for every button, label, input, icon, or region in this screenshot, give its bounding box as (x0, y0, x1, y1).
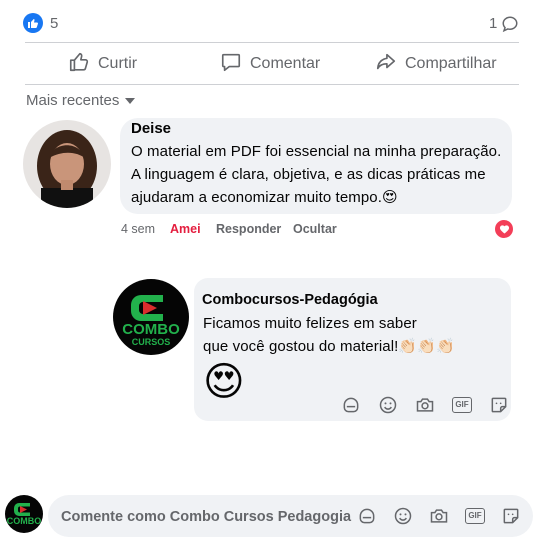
divider-top (25, 42, 519, 43)
comment-line: A linguagem é clara, objetiva, e as dica… (131, 166, 486, 183)
comment-line: ajudaram a economizar muito tempo.😍 (131, 189, 398, 206)
share-label: Compartilhar (405, 55, 497, 72)
emoji-icon[interactable] (377, 394, 399, 416)
like-label: Curtir (98, 55, 138, 72)
sort-dropdown[interactable]: Mais recentes (26, 92, 136, 109)
comment-label: Comentar (250, 55, 321, 72)
avatar-combocursos[interactable]: COMBO CURSOS (113, 279, 189, 355)
reply-text: Ficamos muito felizes em saber que você … (203, 312, 455, 358)
reply-line: que você gostou do material!👏🏻👏🏻👏🏻 (203, 338, 455, 355)
comment-author[interactable]: Deise (131, 120, 171, 137)
comment-icon (220, 51, 242, 78)
camera-icon[interactable] (414, 394, 436, 416)
avatar-sticker-icon[interactable] (340, 394, 362, 416)
share-button[interactable]: Compartilhar (375, 52, 497, 76)
divider-actions (25, 84, 519, 85)
thumbs-up-icon (68, 51, 90, 78)
composer-avatar[interactable]: COMBO (5, 495, 43, 533)
logo-text-combo: COMBO (7, 516, 42, 526)
sticker-icon[interactable] (500, 505, 522, 527)
comment-bubble-icon[interactable] (501, 15, 519, 38)
camera-icon[interactable] (428, 505, 450, 527)
composer-toolbar: GIF (356, 505, 522, 527)
like-reaction-icon[interactable] (23, 13, 43, 33)
comment-time[interactable]: 4 sem (121, 222, 155, 236)
avatar-sticker-icon[interactable] (356, 505, 378, 527)
amei-reaction-link[interactable]: Amei (170, 222, 201, 236)
share-arrow-icon (375, 51, 397, 78)
comment-line: O material em PDF foi essencial na minha… (131, 143, 502, 160)
combo-logo-icon: COMBO CURSOS (122, 295, 180, 347)
reaction-count[interactable]: 5 (50, 15, 58, 32)
reply-line: Ficamos muito felizes em saber (203, 315, 417, 332)
sort-label: Mais recentes (26, 92, 120, 109)
composer-placeholder[interactable]: Comente como Combo Cursos Pedagogia (61, 509, 351, 525)
reply-link[interactable]: Responder (216, 222, 281, 236)
reply-author[interactable]: Combocursos-Pedagógia (202, 292, 378, 308)
emoji-icon[interactable] (392, 505, 414, 527)
logo-text-cursos: CURSOS (132, 337, 171, 347)
logo-text-combo: COMBO (122, 321, 180, 338)
sticker-icon[interactable] (488, 394, 510, 416)
like-button[interactable]: Curtir (68, 52, 137, 76)
comment-text: O material em PDF foi essencial na minha… (131, 140, 516, 209)
comment-button[interactable]: Comentar (220, 52, 320, 76)
avatar-deise[interactable] (23, 120, 111, 208)
heart-eyes-emoji: 😍 (203, 360, 245, 404)
hide-link[interactable]: Ocultar (293, 222, 337, 236)
combo-logo-icon: COMBO (7, 503, 42, 526)
reply-toolbar: GIF (340, 394, 510, 416)
heart-reaction-icon[interactable] (494, 219, 514, 239)
gif-icon[interactable]: GIF (464, 505, 486, 527)
comments-count[interactable]: 1 (489, 15, 497, 32)
gif-icon[interactable]: GIF (451, 394, 473, 416)
caret-down-icon (125, 92, 136, 109)
